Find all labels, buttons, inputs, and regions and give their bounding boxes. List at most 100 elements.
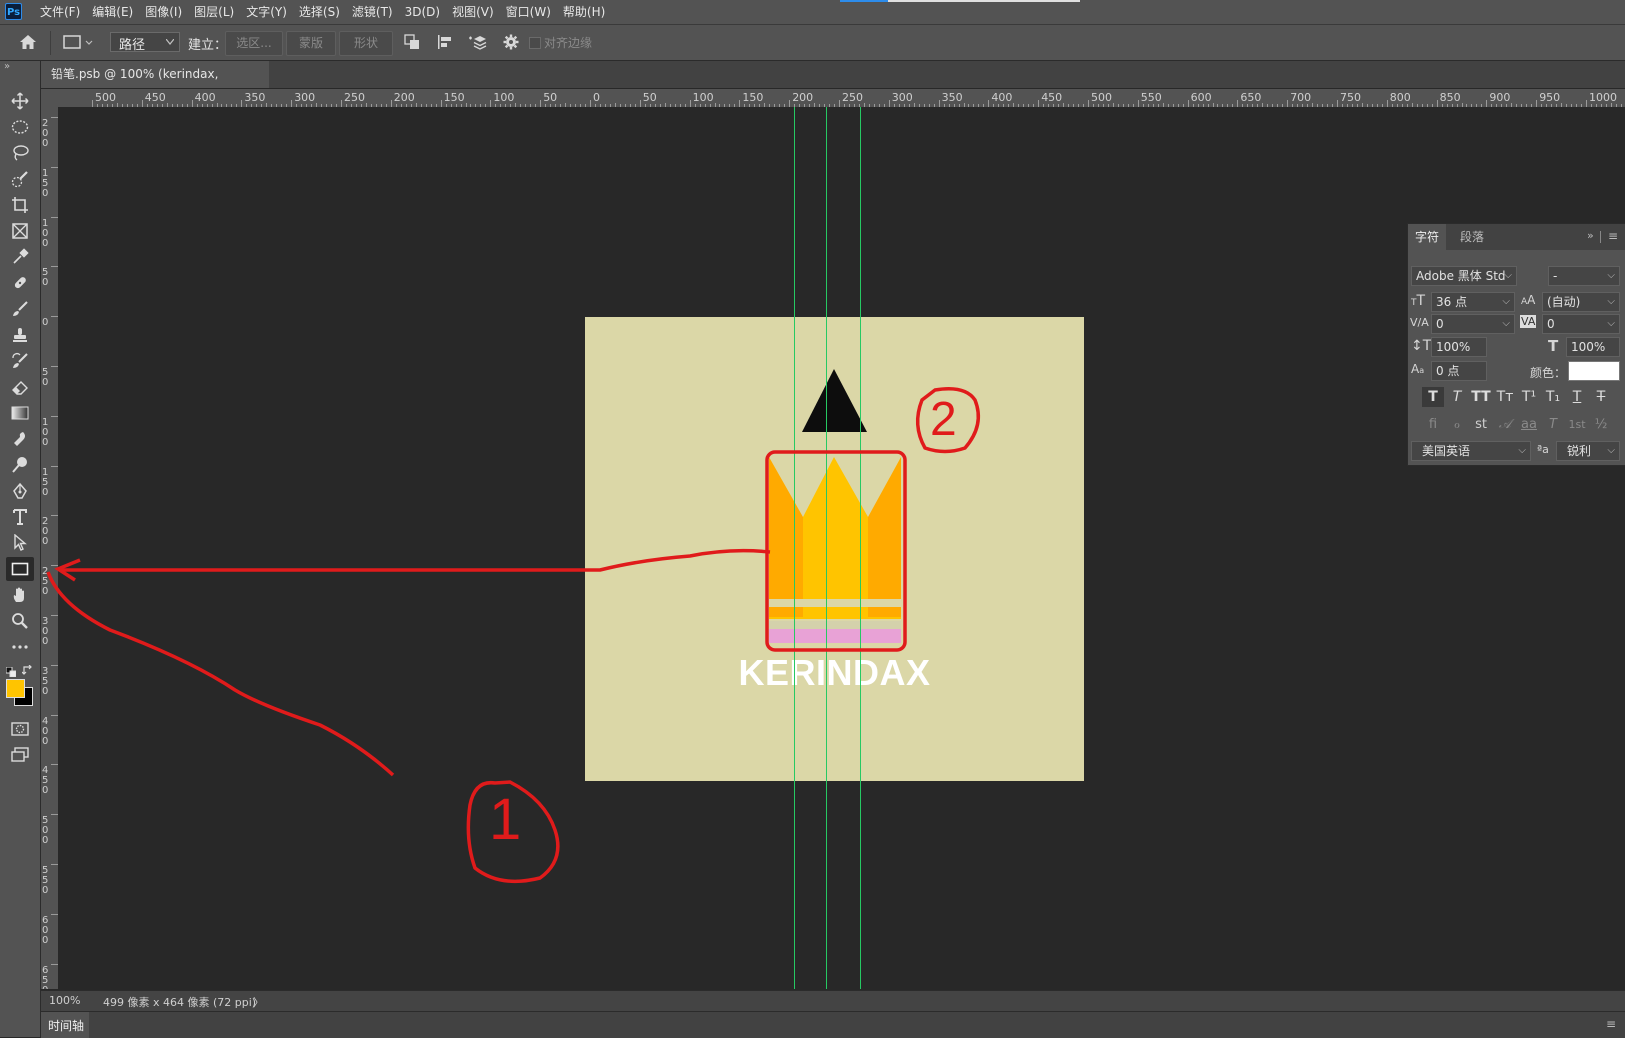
path-arrangement-button[interactable] xyxy=(466,30,490,54)
eraser-tool[interactable] xyxy=(6,375,34,399)
panel-collapse-icon[interactable]: » xyxy=(1587,229,1594,242)
swap-colors-button[interactable] xyxy=(21,664,33,679)
path-alignment-button[interactable] xyxy=(433,30,457,54)
dodge-tool[interactable] xyxy=(6,453,34,477)
strikethrough-button[interactable]: T xyxy=(1590,387,1612,407)
clone-stamp-tool[interactable] xyxy=(6,323,34,347)
brush-tool[interactable] xyxy=(6,297,34,321)
kerning-field[interactable]: 0 ⌵ xyxy=(1431,314,1515,334)
horizontal-scale-field[interactable]: 100% xyxy=(1566,337,1620,357)
crop-tool[interactable] xyxy=(6,193,34,217)
ruler-tick xyxy=(988,100,990,107)
document-tab[interactable]: 铅笔.psb @ 100% (kerindax, RGB/8#) × xyxy=(41,61,269,108)
make-mask-button[interactable]: 蒙版 xyxy=(286,31,336,56)
underline-button[interactable]: T xyxy=(1566,387,1588,407)
ruler-tick xyxy=(291,100,293,107)
language-select[interactable]: 美国英语 ⌵ xyxy=(1411,441,1531,461)
stylistic-ligature-button[interactable]: st xyxy=(1470,415,1492,435)
ruler-tick xyxy=(1586,100,1587,107)
tool-preset-picker[interactable] xyxy=(58,30,98,54)
settings-button[interactable] xyxy=(499,30,523,54)
elliptical-marquee-tool[interactable] xyxy=(6,115,34,139)
menu-file[interactable]: 文件(F) xyxy=(34,0,86,24)
align-edges-checkbox[interactable] xyxy=(529,37,541,49)
menu-edit[interactable]: 编辑(E) xyxy=(86,0,139,24)
small-caps-button[interactable]: Tт xyxy=(1494,387,1516,407)
guide-line[interactable] xyxy=(860,107,861,989)
lasso-tool[interactable] xyxy=(6,141,34,165)
leading-field[interactable]: (自动) ⌵ xyxy=(1542,292,1620,312)
blur-tool[interactable] xyxy=(6,427,34,451)
all-caps-button[interactable]: TT xyxy=(1470,387,1492,407)
menu-help[interactable]: 帮助(H) xyxy=(557,0,611,24)
rectangle-tool[interactable] xyxy=(6,557,34,581)
font-family-select[interactable]: Adobe 黑体 Std ⌵ xyxy=(1411,266,1517,286)
gradient-tool[interactable] xyxy=(6,401,34,425)
ligatures-button[interactable]: ﬁ xyxy=(1422,415,1444,435)
zoom-level[interactable]: 100% xyxy=(49,994,80,1007)
pen-tool[interactable] xyxy=(6,479,34,503)
superscript-button[interactable]: T¹ xyxy=(1518,387,1540,407)
panel-menu-icon[interactable]: ≡ xyxy=(1608,229,1618,243)
make-shape-button[interactable]: 形状 xyxy=(339,31,393,56)
default-colors-button[interactable] xyxy=(5,666,17,680)
ruler-tick xyxy=(51,266,58,268)
history-brush-tool[interactable] xyxy=(6,349,34,373)
quick-selection-tool[interactable] xyxy=(6,167,34,191)
faux-italic-button[interactable]: T xyxy=(1446,387,1468,407)
path-selection-tool[interactable] xyxy=(6,531,34,555)
path-operations-button[interactable] xyxy=(400,30,424,54)
menu-window[interactable]: 窗口(W) xyxy=(500,0,557,24)
tracking-icon: VA xyxy=(1520,315,1537,328)
tracking-field[interactable]: 0 ⌵ xyxy=(1542,314,1620,334)
type-tool[interactable] xyxy=(6,505,34,529)
font-size-field[interactable]: 36 点 ⌵ xyxy=(1431,292,1515,312)
chevron-down-icon: ⌵ xyxy=(1607,296,1615,307)
vertical-scale-field[interactable]: 100% xyxy=(1431,337,1487,357)
quick-mask-button[interactable] xyxy=(6,717,34,741)
menu-filter[interactable]: 滤镜(T) xyxy=(346,0,399,24)
ordinals-button[interactable]: 1st xyxy=(1566,415,1588,435)
guide-line[interactable] xyxy=(826,107,827,989)
baseline-shift-field[interactable]: 0 点 xyxy=(1431,361,1487,381)
tab-paragraph[interactable]: 段落 xyxy=(1454,224,1490,250)
menu-view[interactable]: 视图(V) xyxy=(446,0,500,24)
path-mode-select[interactable]: 路径 xyxy=(110,32,180,53)
zoom-tool[interactable] xyxy=(6,609,34,633)
ruler-tick xyxy=(888,100,890,107)
tab-character[interactable]: 字符 xyxy=(1408,224,1446,250)
titling-alternates-button[interactable]: T xyxy=(1542,415,1564,435)
tab-timeline[interactable]: 时间轴 xyxy=(41,1012,89,1038)
foreground-color-swatch[interactable] xyxy=(6,679,25,698)
status-menu-arrow[interactable]: 〉 xyxy=(253,994,264,1010)
menu-layer[interactable]: 图层(L) xyxy=(188,0,240,24)
discretionary-ligatures-button[interactable]: ℴ xyxy=(1446,415,1468,435)
subscript-button[interactable]: T₁ xyxy=(1542,387,1564,407)
healing-brush-tool[interactable] xyxy=(6,271,34,295)
menu-type[interactable]: 文字(Y) xyxy=(240,0,293,24)
frame-tool[interactable] xyxy=(6,219,34,243)
menu-image[interactable]: 图像(I) xyxy=(139,0,188,24)
collapse-toolbar-icon[interactable]: » xyxy=(4,61,10,72)
make-selection-button[interactable]: 选区... xyxy=(225,31,283,56)
lasso-icon xyxy=(13,145,29,161)
text-color-swatch[interactable] xyxy=(1568,361,1620,381)
hand-tool[interactable] xyxy=(6,583,34,607)
swash-button[interactable]: 𝒜 xyxy=(1494,415,1516,435)
home-icon xyxy=(20,35,36,49)
stylistic-alternates-button[interactable]: aa xyxy=(1518,415,1540,435)
fractions-button[interactable]: ½ xyxy=(1590,415,1612,435)
home-button[interactable] xyxy=(14,30,42,54)
edit-toolbar-button[interactable] xyxy=(6,635,34,659)
antialias-select[interactable]: 锐利 ⌵ xyxy=(1556,441,1620,461)
eyedropper-tool[interactable] xyxy=(6,245,34,269)
move-tool[interactable] xyxy=(6,89,34,113)
menu-3d[interactable]: 3D(D) xyxy=(399,0,446,24)
panel-menu-icon[interactable]: ≡ xyxy=(1606,1017,1616,1031)
menu-select[interactable]: 选择(S) xyxy=(293,0,346,24)
font-style-select[interactable]: - ⌵ xyxy=(1548,266,1620,286)
guide-line[interactable] xyxy=(794,107,795,989)
artboard[interactable]: KERINDAX xyxy=(585,317,1084,781)
faux-bold-button[interactable]: T xyxy=(1422,387,1444,407)
screen-mode-button[interactable] xyxy=(6,743,34,767)
